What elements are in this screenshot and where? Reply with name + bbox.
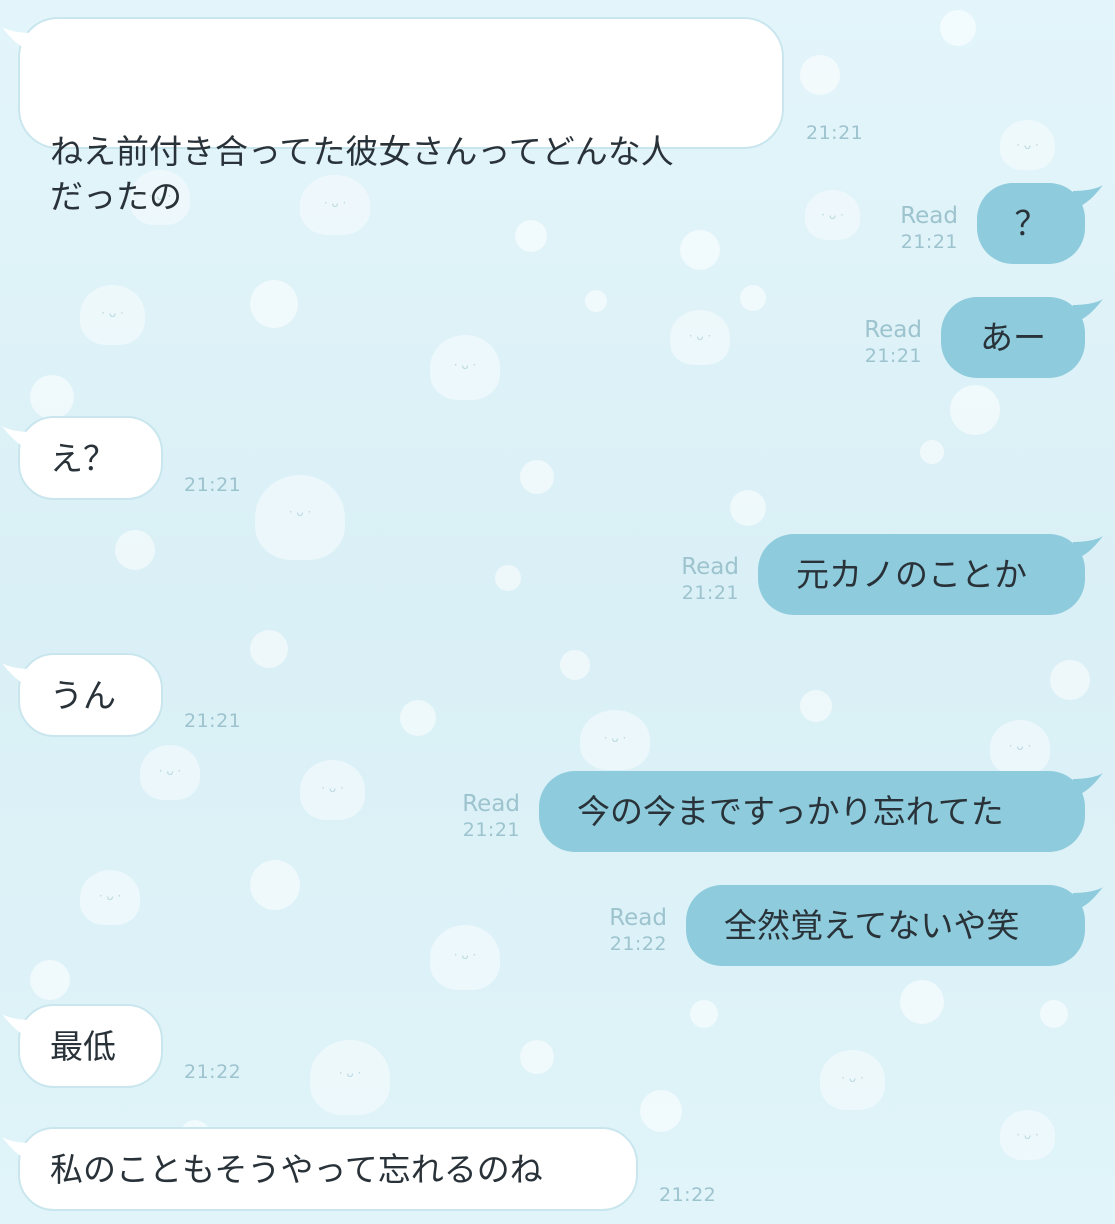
bubble-tail-icon: [1073, 773, 1103, 797]
message-text: 最低: [50, 1027, 116, 1066]
read-label: Read: [864, 317, 922, 343]
message-bubble-incoming[interactable]: ねえ前付き合ってた彼女さんってどんな人 だったの: [2, 17, 784, 216]
message-timestamp: 21:22: [184, 1061, 242, 1083]
message-timestamp: 21:21: [806, 122, 864, 144]
bubble-tail-icon: [1073, 536, 1103, 560]
message-text: あー: [980, 318, 1046, 357]
bubble-tail-icon: [1073, 185, 1103, 209]
message-timestamp: 21:21: [900, 231, 958, 253]
message-bubble-outgoing[interactable]: ？: [977, 183, 1103, 264]
read-label: Read: [681, 554, 739, 580]
bubble-tail-icon: [2, 1014, 32, 1038]
bubble-tail-icon: [2, 1137, 32, 1161]
bubble-tail-icon: [1073, 299, 1103, 323]
message-timestamp: 21:21: [462, 819, 520, 841]
message-bubble-outgoing[interactable]: 今の今まですっかり忘れてた: [539, 771, 1103, 852]
bubble-tail-icon: [2, 663, 32, 687]
message-text: ？: [1014, 204, 1048, 243]
read-label: Read: [609, 905, 667, 931]
message-bubble-incoming[interactable]: え？: [2, 416, 163, 500]
message-text: うん: [50, 676, 116, 715]
read-receipt: Read 21:22: [609, 904, 667, 956]
message-text: 私のこともそうやって忘れるのね: [50, 1150, 543, 1189]
read-receipt: Read 21:21: [681, 553, 739, 605]
message-timestamp: 21:21: [681, 582, 739, 604]
message-text: 元カノのことか: [796, 555, 1027, 594]
read-label: Read: [900, 203, 958, 229]
message-text: え？: [50, 439, 116, 478]
message-timestamp: 21:22: [609, 933, 667, 955]
bubble-tail-icon: [1073, 887, 1103, 911]
message-timestamp: 21:21: [184, 474, 242, 496]
message-bubble-incoming[interactable]: 最低: [2, 1004, 163, 1088]
message-text: 今の今まですっかり忘れてた: [577, 792, 1004, 831]
read-receipt: Read 21:21: [900, 202, 958, 254]
message-text: 全然覚えてないや笑: [724, 906, 1020, 945]
message-bubble-outgoing[interactable]: 元カノのことか: [758, 534, 1103, 615]
read-receipt: Read 21:21: [462, 790, 520, 842]
message-text: ねえ前付き合ってた彼女さんってどんな人 だったの: [50, 132, 674, 216]
read-label: Read: [462, 791, 520, 817]
bubble-tail-icon: [2, 426, 32, 450]
message-bubble-outgoing[interactable]: 全然覚えてないや笑: [686, 885, 1103, 966]
bubble-tail-icon: [2, 27, 32, 51]
message-bubble-outgoing[interactable]: あー: [941, 297, 1103, 378]
message-timestamp: 21:21: [184, 710, 242, 732]
chat-thread[interactable]: ねえ前付き合ってた彼女さんってどんな人 だったの 21:21 Read 21:2…: [0, 0, 1115, 1224]
message-bubble-incoming[interactable]: 私のこともそうやって忘れるのね: [2, 1127, 638, 1211]
message-bubble-incoming[interactable]: うん: [2, 653, 163, 737]
read-receipt: Read 21:21: [864, 316, 922, 368]
message-timestamp: 21:22: [659, 1184, 717, 1206]
message-timestamp: 21:21: [864, 345, 922, 367]
